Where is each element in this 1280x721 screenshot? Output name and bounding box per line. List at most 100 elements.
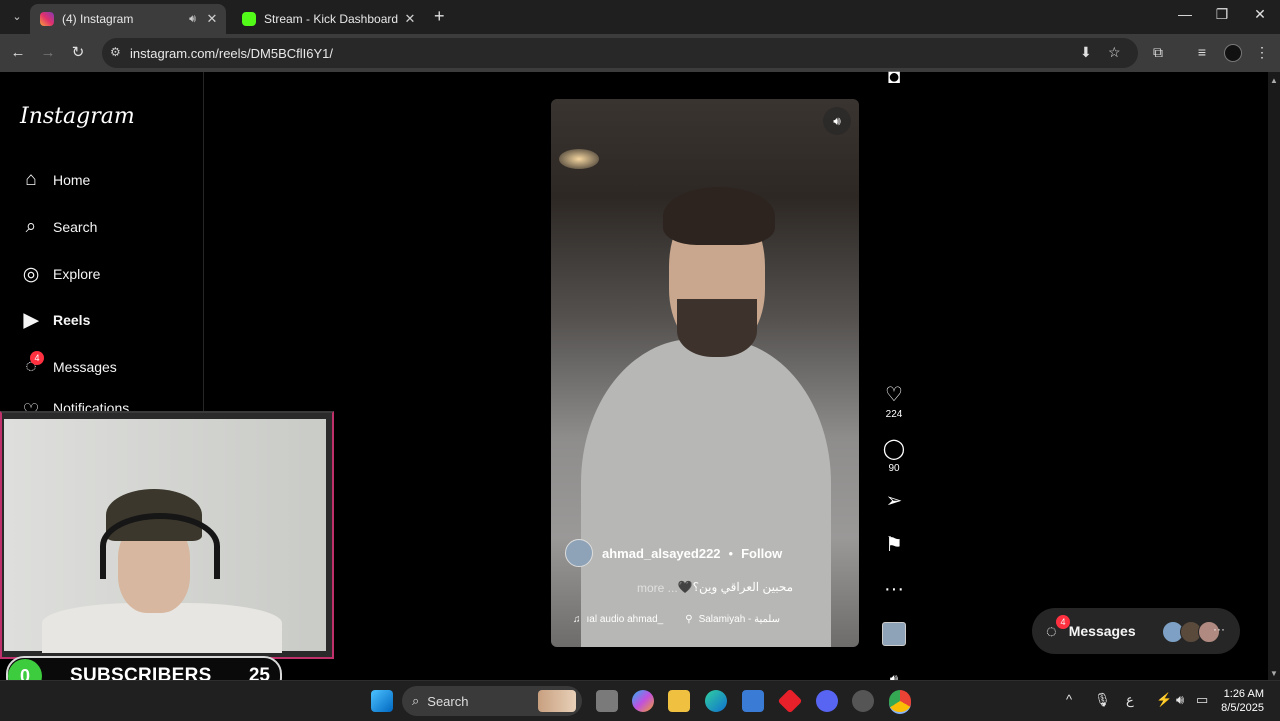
audio-label[interactable]: ıal audio ahmad_ xyxy=(587,614,664,625)
back-icon[interactable]: ← xyxy=(8,43,28,63)
sidebar-item-label: Explore xyxy=(53,266,101,282)
app-gray-icon[interactable] xyxy=(852,690,874,712)
audio-thumbnail-image xyxy=(882,622,906,646)
language-indicator[interactable]: ع xyxy=(1126,692,1134,708)
recent-chat-avatars xyxy=(1162,621,1220,643)
reels-icon: ▶ xyxy=(23,309,39,331)
more-link[interactable]: more ... xyxy=(637,581,678,595)
search-icon: ⌕ xyxy=(412,693,420,708)
bookmark-star-icon[interactable]: ☆ xyxy=(1108,44,1121,61)
close-window-icon[interactable]: ✕ xyxy=(1245,6,1275,23)
location-pin-icon: ⚲ xyxy=(685,614,693,625)
minimize-icon[interactable]: — xyxy=(1170,6,1200,22)
taskbar-search-label: Search xyxy=(427,693,469,709)
sidebar-item-label: Messages xyxy=(53,359,117,375)
location-label[interactable]: Salamiyah - سلمية xyxy=(699,614,780,625)
speaker-icon[interactable]: 🔊︎ xyxy=(189,13,196,26)
more-options-button[interactable]: ··· xyxy=(880,578,908,600)
webcam-overlay xyxy=(0,411,334,659)
tab-strip: ⌄ (4) Instagram 🔊︎ ✕ Stream - Kick Dashb… xyxy=(0,0,1280,34)
media-control-icon[interactable]: ≡ xyxy=(1192,44,1212,60)
previous-reel-avatar-icon[interactable]: ◘ xyxy=(880,66,908,88)
copilot-icon[interactable] xyxy=(632,690,654,712)
headphones-icon xyxy=(100,513,220,579)
save-button[interactable]: ⚑ xyxy=(880,534,908,556)
restore-icon[interactable]: ❐ xyxy=(1207,6,1237,23)
home-icon: ⌂ xyxy=(25,169,37,190)
sidebar-item-explore[interactable]: ◎ Explore xyxy=(20,261,101,287)
volume-icon[interactable]: 🔊︎ xyxy=(823,107,851,135)
app-red-icon[interactable] xyxy=(777,688,803,714)
ellipsis-icon: ··· xyxy=(1213,622,1225,636)
author-avatar[interactable] xyxy=(565,539,593,567)
tab-search-icon[interactable]: ⌄ xyxy=(8,8,26,26)
like-button[interactable]: ♡ 224 xyxy=(880,384,908,420)
site-info-icon[interactable]: ⚙ xyxy=(110,45,121,59)
clock-date: 8/5/2025 xyxy=(1221,702,1264,714)
chrome-icon[interactable] xyxy=(889,690,911,714)
taskbar-search[interactable]: ⌕ Search xyxy=(402,686,582,716)
music-note-icon: ♫ xyxy=(573,614,581,625)
menu-icon[interactable]: ⋮ xyxy=(1252,44,1272,61)
sidebar-item-home[interactable]: ⌂ Home xyxy=(20,167,90,193)
browser-toolbar: ← → ↻ ⚙ instagram.com/reels/DM5BCflI6Y1/… xyxy=(0,34,1280,72)
reel-video[interactable]: 🔊︎ ahmad_alsayed222 • Follow محبين العرا… xyxy=(551,99,859,647)
comment-icon: ◯ xyxy=(882,438,906,460)
send-icon: ➢ xyxy=(885,490,903,512)
kick-favicon-icon xyxy=(242,12,256,26)
install-app-icon[interactable]: ⬇ xyxy=(1080,44,1092,61)
tab-instagram[interactable]: (4) Instagram 🔊︎ ✕ xyxy=(30,4,226,34)
scroll-down-icon[interactable]: ▼ xyxy=(1270,669,1278,678)
windows-start-icon[interactable] xyxy=(371,690,393,712)
sidebar-item-label: Home xyxy=(53,172,91,188)
ceiling-light xyxy=(559,149,599,169)
windows-taskbar: ⌕ Search ^ 🎙︎ ع ⚡ 🔊︎ ▭ 1:26 AM 8/5/2025 xyxy=(0,680,1280,721)
scroll-up-icon[interactable]: ▲ xyxy=(1270,76,1278,85)
system-clock[interactable]: 1:26 AM 8/5/2025 xyxy=(1218,687,1264,715)
sidebar-item-messages[interactable]: ◌ 4 Messages xyxy=(20,351,117,380)
compass-icon: ◎ xyxy=(22,263,40,285)
share-button[interactable]: ➢ xyxy=(880,490,908,512)
follow-button[interactable]: Follow xyxy=(741,546,782,561)
network-icon[interactable]: ⚡ xyxy=(1156,692,1172,708)
like-count: 224 xyxy=(885,409,903,420)
tab-kick-dashboard[interactable]: Stream - Kick Dashboard ✕ xyxy=(232,4,424,34)
tab-close-icon[interactable]: ✕ xyxy=(402,11,418,27)
reload-icon[interactable]: ↻ xyxy=(68,43,88,63)
tab-close-icon[interactable]: ✕ xyxy=(204,11,220,27)
instagram-logo[interactable]: Instagram xyxy=(20,104,135,129)
search-highlight-image xyxy=(538,690,576,712)
author-username[interactable]: ahmad_alsayed222 xyxy=(602,546,721,561)
comment-button[interactable]: ◯ 90 xyxy=(880,438,908,474)
battery-icon[interactable]: ▭ xyxy=(1196,692,1208,708)
page-scrollbar[interactable]: ▲ ▼ xyxy=(1268,72,1280,680)
new-tab-icon[interactable]: + xyxy=(434,6,445,27)
profile-avatar[interactable] xyxy=(1224,44,1242,62)
messages-pill-label: Messages xyxy=(1068,623,1136,639)
reel-audio-row: ♫ ıal audio ahmad_ ⚲ Salamiyah - سلمية xyxy=(573,614,786,625)
audio-thumbnail[interactable] xyxy=(880,622,908,646)
tray-chevron-icon[interactable]: ^ xyxy=(1066,692,1072,707)
extensions-icon[interactable]: ⧉ xyxy=(1148,44,1168,61)
tab-title: Stream - Kick Dashboard xyxy=(264,12,399,26)
microphone-icon[interactable]: 🎙︎ xyxy=(1094,692,1111,708)
tab-title: (4) Instagram xyxy=(62,12,134,26)
clock-time: 1:26 AM xyxy=(1223,688,1264,700)
file-explorer-icon[interactable] xyxy=(668,690,690,712)
messenger-icon: ◌ 4 xyxy=(1046,614,1070,642)
sidebar-item-search[interactable]: ⌕ Search xyxy=(20,214,98,240)
discord-icon[interactable] xyxy=(816,690,838,712)
ellipsis-icon: ··· xyxy=(884,578,904,600)
store-icon[interactable] xyxy=(742,690,764,712)
task-view-icon[interactable] xyxy=(596,690,618,712)
sidebar-item-label: Reels xyxy=(53,312,91,328)
reel-caption[interactable]: محبين العراقي وين؟🖤 xyxy=(678,580,793,594)
forward-icon[interactable]: → xyxy=(38,43,58,63)
edge-icon[interactable] xyxy=(705,690,727,712)
heart-icon: ♡ xyxy=(885,384,903,406)
volume-icon[interactable]: 🔊︎ xyxy=(1176,692,1184,708)
messages-floating-button[interactable]: ◌ 4 Messages ··· xyxy=(1032,608,1240,654)
search-icon: ⌕ xyxy=(25,216,37,237)
sidebar-item-reels[interactable]: ▶ Reels xyxy=(20,307,91,333)
address-bar[interactable]: ⚙ instagram.com/reels/DM5BCflI6Y1/ ⬇ ☆ xyxy=(102,38,1138,68)
